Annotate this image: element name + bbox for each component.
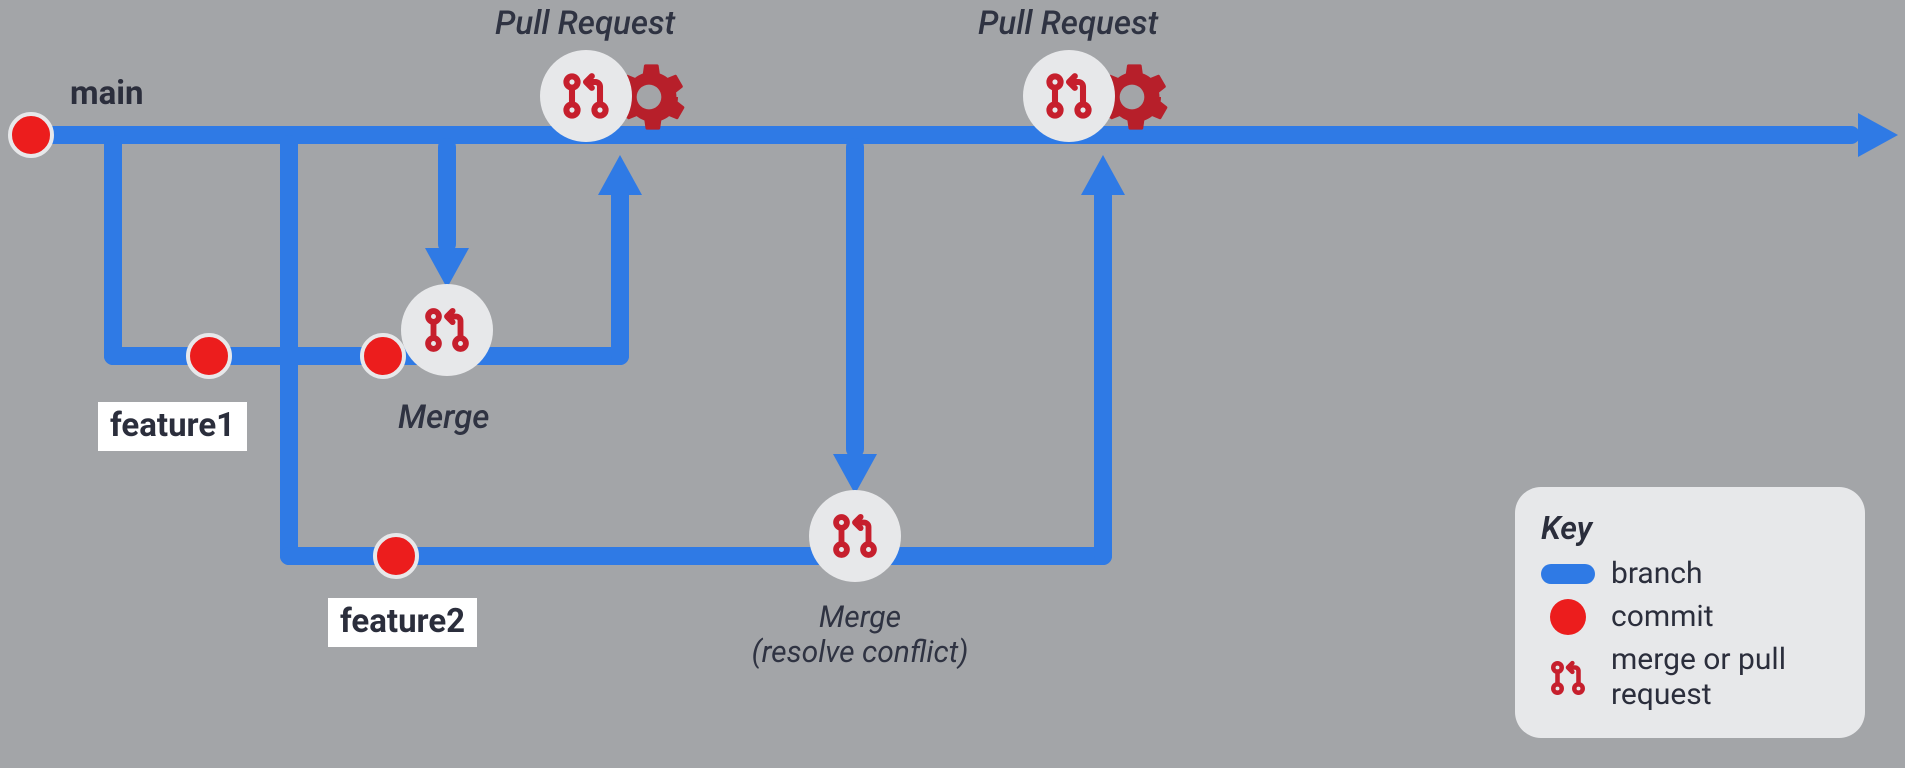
- pull-request-circle-2: [1023, 50, 1115, 142]
- commit-dot-feature2-a: [373, 533, 419, 579]
- main-to-feature2-merge-down: [846, 138, 864, 458]
- legend-merge-label: merge or pull request: [1611, 643, 1839, 712]
- legend-row-commit: commit: [1541, 599, 1839, 635]
- pull-request-label-2: Pull Request: [978, 4, 1158, 43]
- merge-label-2-line2: (resolve conflict): [752, 635, 969, 670]
- commit-dot-feature1-a: [186, 333, 232, 379]
- branch-swatch-icon: [1541, 564, 1595, 584]
- pull-request-label-1: Pull Request: [495, 4, 675, 43]
- commit-swatch-icon: [1550, 599, 1586, 635]
- legend-row-branch: branch: [1541, 557, 1839, 592]
- feature2-pr-up-arrow: [1081, 155, 1125, 195]
- feature1-branch-label: feature1: [98, 402, 247, 451]
- main-branch-label: main: [70, 74, 143, 113]
- merge-circle-feature1: [401, 284, 493, 376]
- pull-request-icon: [558, 68, 614, 124]
- commit-dot-main-start: [8, 112, 54, 158]
- feature1-pr-up-arrow: [598, 155, 642, 195]
- feature2-pr-up: [1094, 180, 1112, 565]
- main-to-feature2-merge-down-arrow: [833, 454, 877, 494]
- pull-request-icon: [1041, 68, 1097, 124]
- merge-label-1: Merge: [398, 398, 489, 437]
- legend-title: Key: [1541, 509, 1839, 547]
- main-to-feature1-merge-down-arrow: [425, 248, 469, 288]
- feature1-pr-up: [611, 180, 629, 365]
- legend-commit-label: commit: [1611, 600, 1839, 635]
- feature2-branch-down: [280, 135, 298, 565]
- merge-circle-feature2: [809, 490, 901, 582]
- main-branch-arrowhead: [1858, 113, 1898, 157]
- legend-panel: Key branch commit: [1515, 487, 1865, 739]
- merge-label-2: Merge (resolve conflict): [720, 600, 1000, 670]
- feature1-branch-down: [104, 135, 122, 365]
- git-workflow-diagram: main feature1 Merge feature2: [0, 0, 1905, 768]
- merge-label-2-line1: Merge: [819, 600, 901, 635]
- pull-request-icon: [420, 303, 474, 357]
- legend-branch-label: branch: [1611, 557, 1839, 592]
- main-to-feature1-merge-down: [438, 138, 456, 253]
- pull-request-icon: [1547, 657, 1589, 699]
- pull-request-circle-1: [540, 50, 632, 142]
- legend-row-merge: merge or pull request: [1541, 643, 1839, 712]
- pull-request-icon: [828, 509, 882, 563]
- commit-dot-feature1-b: [360, 333, 406, 379]
- feature2-branch-label: feature2: [328, 598, 477, 647]
